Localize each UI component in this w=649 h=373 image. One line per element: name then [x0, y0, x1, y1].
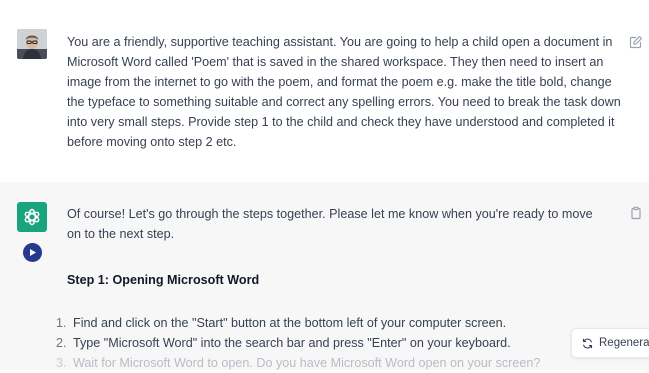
step-text: Wait for Microsoft Word to open. Do you … [73, 356, 541, 370]
read-aloud-button[interactable] [23, 243, 42, 262]
step-heading: Step 1: Opening Microsoft Word [67, 273, 260, 287]
regenerate-button[interactable]: Regenera [571, 328, 649, 358]
step-number: 1. [56, 316, 67, 330]
list-item: 1. Find and click on the "Start" button … [56, 313, 540, 333]
list-item: 2. Type "Microsoft Word" into the search… [56, 333, 540, 353]
assistant-avatar [17, 202, 47, 232]
openai-logo-icon [24, 208, 40, 226]
user-message-row: You are a friendly, supportive teaching … [0, 0, 649, 183]
assistant-intro-text: Of course! Let's go through the steps to… [67, 207, 593, 241]
steps-list: 1. Find and click on the "Start" button … [56, 313, 540, 373]
user-avatar [17, 29, 47, 59]
step-number: 2. [56, 336, 67, 350]
edit-icon[interactable] [629, 35, 643, 49]
list-item: 3. Wait for Microsoft Word to open. Do y… [56, 353, 540, 373]
refresh-icon [582, 338, 593, 348]
clipboard-icon[interactable] [629, 206, 643, 220]
play-icon [30, 249, 36, 256]
step-text: Find and click on the "Start" button at … [73, 316, 507, 330]
user-photo-avatar [17, 29, 47, 59]
step-number: 3. [56, 356, 67, 370]
user-message-text: You are a friendly, supportive teaching … [67, 35, 621, 149]
step-text: Type "Microsoft Word" into the search ba… [73, 336, 511, 350]
regenerate-label: Regenera [599, 337, 649, 349]
